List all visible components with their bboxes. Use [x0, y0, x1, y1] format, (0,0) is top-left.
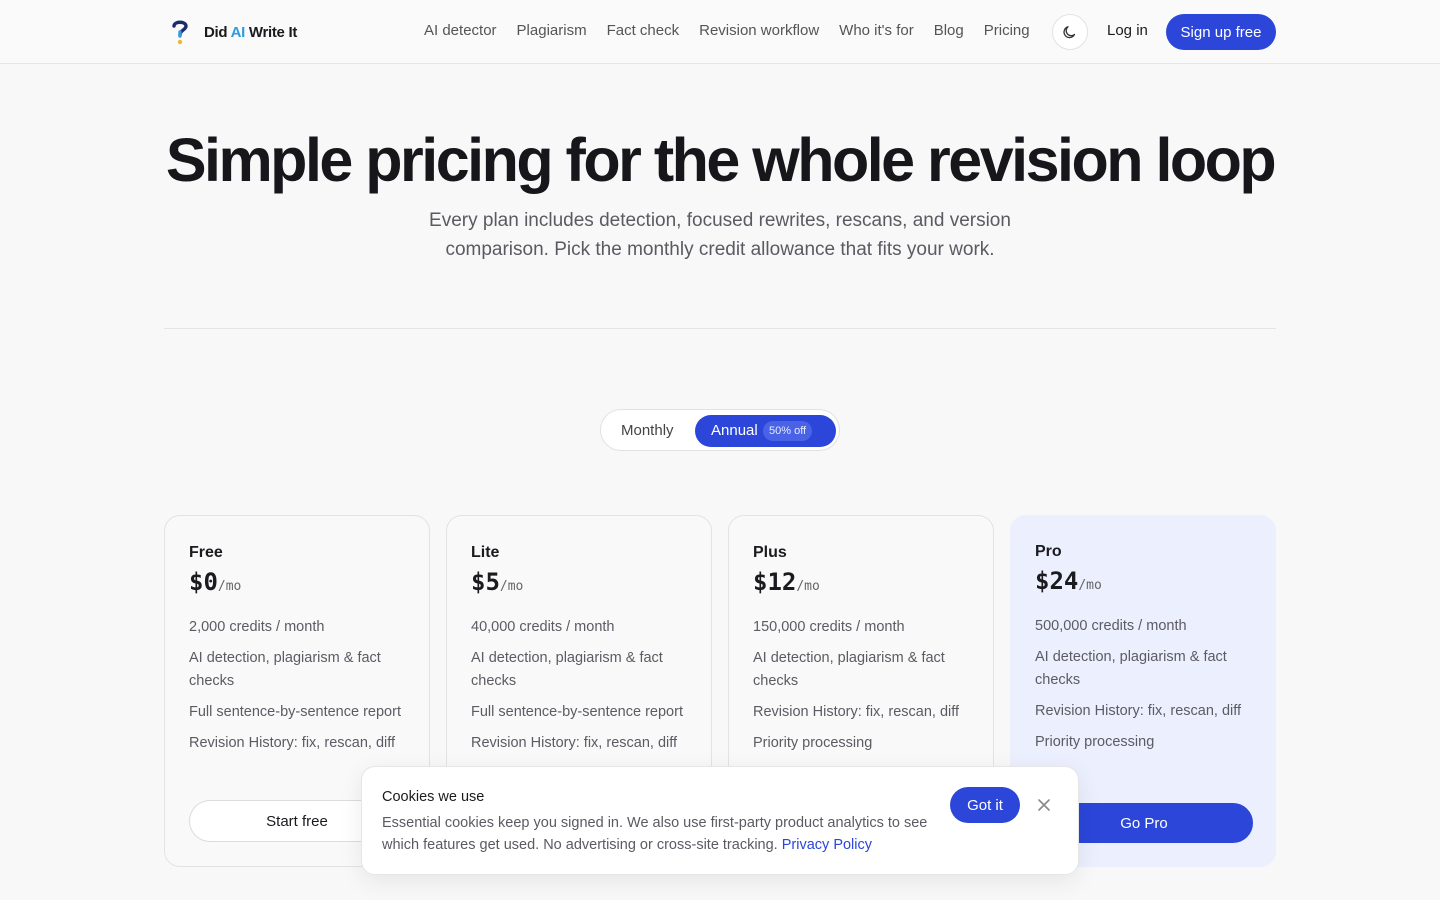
- feature-list: 500,000 credits / month AI detection, pl…: [1035, 615, 1255, 762]
- discount-badge: 50% off: [763, 421, 813, 441]
- signup-button[interactable]: Sign up free: [1166, 14, 1276, 50]
- feature-item: AI detection, plagiarism & fact checks: [753, 650, 945, 689]
- plan-name: Free: [189, 544, 223, 561]
- cookie-banner: Cookies we use Essential cookies keep yo…: [361, 766, 1079, 875]
- question-mark-logo-icon: [172, 20, 188, 45]
- plan-price: $12/mo: [753, 568, 820, 596]
- brand-name: Did AI Write It: [204, 23, 298, 41]
- close-icon[interactable]: [1034, 795, 1054, 815]
- nav-revision-workflow[interactable]: Revision workflow: [699, 22, 819, 39]
- cookie-text: Essential cookies keep you signed in. We…: [382, 815, 928, 853]
- plan-price: $0/mo: [189, 568, 242, 596]
- feature-item: AI detection, plagiarism & fact checks: [1035, 649, 1227, 688]
- login-link[interactable]: Log in: [1107, 22, 1148, 39]
- nav-blog[interactable]: Blog: [934, 22, 964, 39]
- feature-item: 40,000 credits / month: [471, 619, 615, 635]
- billing-toggle: Monthly Annual 50% off: [600, 409, 840, 451]
- divider: [164, 328, 1276, 329]
- main-nav: AI detector Plagiarism Fact check Revisi…: [424, 22, 1030, 39]
- feature-item: Priority processing: [753, 735, 873, 751]
- feature-item: Revision History: fix, rescan, diff: [1035, 703, 1242, 719]
- feature-item: 500,000 credits / month: [1035, 618, 1187, 634]
- nav-plagiarism[interactable]: Plagiarism: [517, 22, 587, 39]
- feature-item: 150,000 credits / month: [753, 619, 905, 635]
- plan-name: Lite: [471, 544, 500, 561]
- cookie-title: Cookies we use: [382, 789, 485, 805]
- feature-item: Revision History: fix, rescan, diff: [753, 704, 960, 720]
- feature-item: 2,000 credits / month: [189, 619, 325, 635]
- feature-item: AI detection, plagiarism & fact checks: [471, 650, 663, 689]
- plan-price: $24/mo: [1035, 567, 1102, 595]
- nav-who-its-for[interactable]: Who it's for: [839, 22, 914, 39]
- nav-pricing[interactable]: Pricing: [984, 22, 1030, 39]
- theme-toggle-button[interactable]: [1052, 14, 1088, 50]
- feature-list: 2,000 credits / month AI detection, plag…: [189, 616, 409, 763]
- page-subtitle: Every plan includes detection, focused r…: [429, 210, 1011, 260]
- plan-name: Pro: [1035, 543, 1062, 560]
- privacy-policy-link[interactable]: Privacy Policy: [782, 837, 872, 853]
- toggle-annual-label: Annual: [711, 422, 758, 439]
- feature-item: Priority processing: [1035, 734, 1155, 750]
- feature-list: 40,000 credits / month AI detection, pla…: [471, 616, 691, 763]
- toggle-monthly[interactable]: Monthly: [621, 422, 674, 439]
- feature-item: Revision History: fix, rescan, diff: [471, 735, 678, 751]
- page-title: Simple pricing for the whole revision lo…: [165, 126, 1277, 194]
- logo[interactable]: Did AI Write It: [168, 18, 297, 46]
- plan-price: $5/mo: [471, 568, 524, 596]
- site-header: Did AI Write It AI detector Plagiarism F…: [0, 0, 1440, 64]
- nav-ai-detector[interactable]: AI detector: [424, 22, 497, 39]
- plan-name: Plus: [753, 544, 787, 561]
- feature-item: Full sentence-by-sentence report: [471, 704, 683, 720]
- nav-fact-check[interactable]: Fact check: [607, 22, 680, 39]
- feature-item: Full sentence-by-sentence report: [189, 704, 401, 720]
- moon-icon: [1063, 26, 1076, 39]
- feature-list: 150,000 credits / month AI detection, pl…: [753, 616, 973, 763]
- accept-cookies-button[interactable]: Got it: [950, 787, 1020, 823]
- feature-item: AI detection, plagiarism & fact checks: [189, 650, 381, 689]
- toggle-annual[interactable]: Annual 50% off: [695, 415, 836, 447]
- feature-item: Revision History: fix, rescan, diff: [189, 735, 396, 751]
